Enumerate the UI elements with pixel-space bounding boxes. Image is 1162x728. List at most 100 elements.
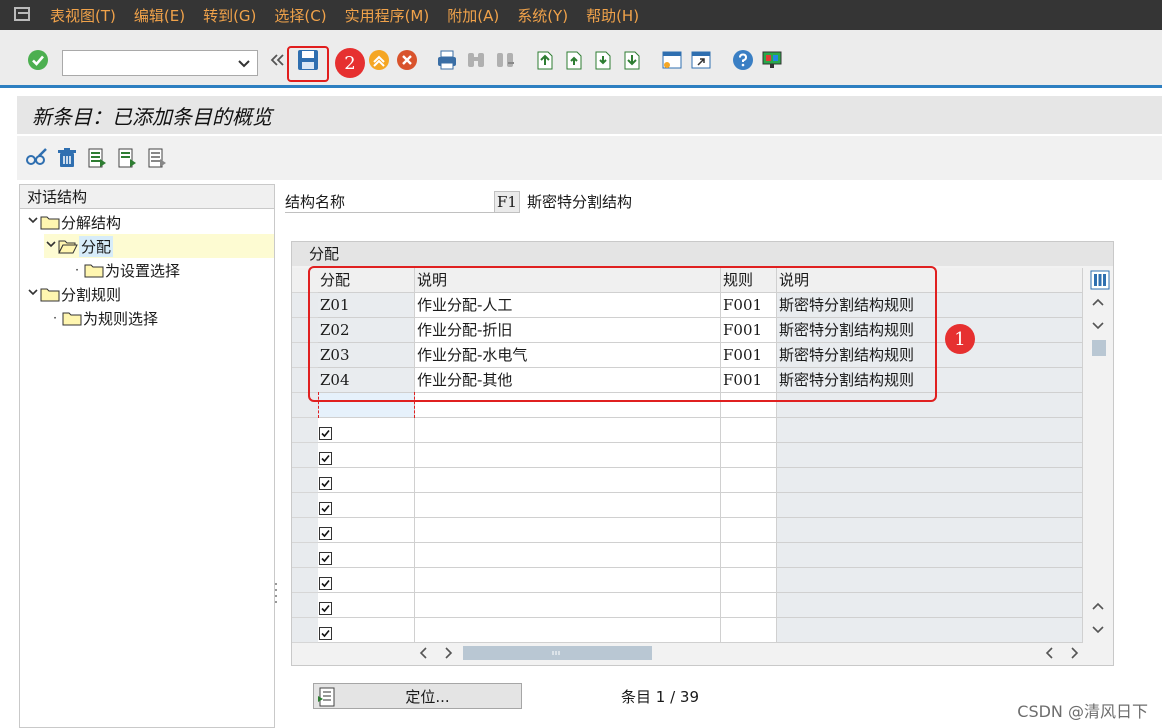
cell-rule[interactable] [721,443,777,468]
cell-assignment[interactable] [318,568,415,593]
scroll-right-icon[interactable] [442,646,454,664]
horizontal-scrollbar[interactable] [292,642,1113,664]
cell-rule[interactable] [721,468,777,493]
vertical-scroll-thumb[interactable] [1092,340,1106,356]
checkbox-checked-icon[interactable] [319,598,332,615]
help-icon[interactable] [730,47,756,73]
cell-description[interactable] [415,518,721,543]
position-button[interactable]: 定位... [313,683,522,709]
cell-rule[interactable] [721,568,777,593]
menu-utilities[interactable]: 实用程序(M) [345,5,430,26]
delete-icon[interactable] [55,146,79,170]
chevron-down-icon[interactable] [26,285,40,303]
new-session-icon[interactable] [659,47,685,73]
row-selector[interactable] [292,618,318,643]
menu-extras[interactable]: 附加(A) [447,5,499,26]
checkbox-checked-icon[interactable] [319,423,332,440]
checkbox-checked-icon[interactable] [319,573,332,590]
find-icon[interactable] [463,47,489,73]
checkbox-checked-icon[interactable] [319,523,332,540]
sap-menu-icon[interactable] [10,2,36,28]
menu-system[interactable]: 系统(Y) [517,5,568,26]
checkbox-checked-icon[interactable] [319,498,332,515]
cell-assignment[interactable] [318,593,415,618]
checkbox-checked-icon[interactable] [319,623,332,640]
scroll-down-icon[interactable] [1091,318,1105,336]
cell-rule[interactable] [721,618,777,643]
scroll-left-icon[interactable] [418,646,430,664]
menu-help[interactable]: 帮助(H) [586,5,639,26]
deselect-all-icon[interactable] [145,146,169,170]
cell-assignment[interactable] [318,443,415,468]
last-page-icon[interactable] [619,47,645,73]
enter-icon[interactable] [25,47,51,73]
cell-description[interactable] [415,468,721,493]
cell-assignment[interactable] [318,418,415,443]
row-selector[interactable] [292,443,318,468]
title-bar: 新条目：已添加条目的概览 [17,96,1162,134]
cell-rule[interactable] [721,493,777,518]
row-selector[interactable] [292,468,318,493]
checkbox-checked-icon[interactable] [319,548,332,565]
cell-rule[interactable] [721,593,777,618]
tree-node-assignment[interactable]: 分配 [44,234,274,258]
cell-description[interactable] [415,418,721,443]
first-page-icon[interactable] [532,47,558,73]
next-page-icon[interactable] [590,47,616,73]
tree-node-rule-selection[interactable]: · 为规则选择 [48,306,158,330]
chevron-down-icon[interactable] [26,213,40,231]
menu-edit[interactable]: 编辑(E) [134,5,185,26]
cell-description[interactable] [415,593,721,618]
command-field[interactable] [62,50,258,76]
shortcut-icon[interactable] [688,47,714,73]
tree-node-breakdown-structure[interactable]: 分解结构 [26,210,121,234]
scroll-right-far-icon[interactable] [1068,646,1080,664]
select-block-icon[interactable] [115,146,139,170]
cell-assignment[interactable] [318,618,415,643]
cell-description[interactable] [415,543,721,568]
customize-layout-icon[interactable] [759,47,785,73]
select-all-icon[interactable] [85,146,109,170]
cell-assignment[interactable] [318,468,415,493]
find-next-icon[interactable] [492,47,518,73]
cell-rule[interactable] [721,518,777,543]
cell-assignment[interactable] [318,493,415,518]
cell-description[interactable] [415,493,721,518]
vertical-scrollbar[interactable] [1086,268,1112,640]
page-down-icon[interactable] [1091,622,1105,640]
tree-node-settings-selection[interactable]: · 为设置选择 [70,258,180,282]
table-caption: 分配 [292,242,1113,266]
scroll-left-far-icon[interactable] [1044,646,1056,664]
row-selector[interactable] [292,418,318,443]
chevron-down-icon[interactable] [237,53,251,77]
cell-description[interactable] [415,618,721,643]
panel-splitter[interactable] [274,580,278,604]
cancel-icon[interactable] [394,47,420,73]
prev-page-icon[interactable] [561,47,587,73]
row-selector[interactable] [292,568,318,593]
checkbox-checked-icon[interactable] [319,473,332,490]
exit-icon[interactable] [366,47,392,73]
checkbox-checked-icon[interactable] [319,448,332,465]
chevron-down-icon[interactable] [44,237,58,255]
cell-description[interactable] [415,568,721,593]
row-selector[interactable] [292,518,318,543]
row-selector[interactable] [292,493,318,518]
menu-goto[interactable]: 转到(G) [203,5,256,26]
cell-rule[interactable] [721,543,777,568]
cell-assignment[interactable] [318,543,415,568]
print-icon[interactable] [434,47,460,73]
row-selector[interactable] [292,543,318,568]
menu-table-view[interactable]: 表视图(T) [50,5,116,26]
command-input[interactable] [63,51,233,75]
horizontal-scroll-thumb[interactable] [463,646,652,660]
page-up-icon[interactable] [1091,598,1105,616]
cell-description[interactable] [415,443,721,468]
row-selector[interactable] [292,593,318,618]
glasses-edit-icon[interactable] [25,146,49,170]
menu-selection[interactable]: 选择(C) [274,5,326,26]
cell-rule[interactable] [721,418,777,443]
scroll-up-icon[interactable] [1091,294,1105,312]
tree-node-split-rules[interactable]: 分割规则 [26,282,121,306]
cell-assignment[interactable] [318,518,415,543]
